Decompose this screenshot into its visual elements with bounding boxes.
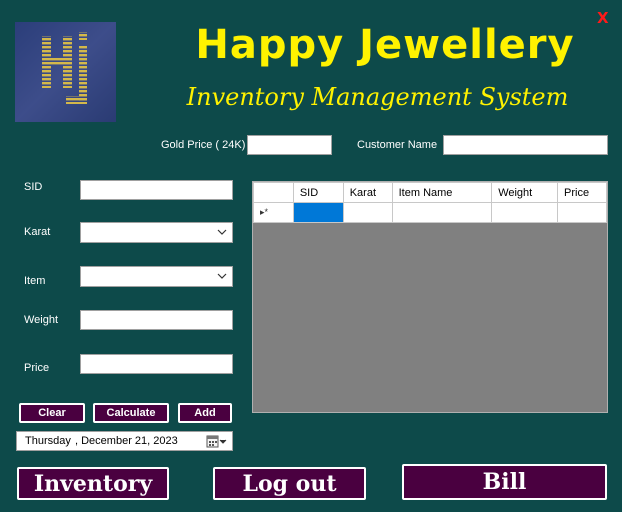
- app-title: Happy Jewellery: [195, 22, 575, 68]
- karat-dropdown[interactable]: [80, 222, 233, 243]
- date-day: Thursday: [25, 435, 71, 447]
- inventory-button[interactable]: Inventory: [17, 467, 169, 500]
- cell-sid[interactable]: [292, 202, 344, 223]
- cell-item-name[interactable]: [391, 202, 493, 223]
- new-row-indicator: ▸*: [253, 202, 294, 223]
- customer-name-input[interactable]: [443, 135, 608, 155]
- cell-weight[interactable]: [491, 202, 559, 223]
- weight-label: Weight: [24, 314, 59, 326]
- calendar-icon: [206, 435, 227, 448]
- date-picker[interactable]: Thursday , December 21, 2023: [16, 431, 233, 451]
- sid-label: SID: [24, 181, 43, 193]
- app-subtitle: Inventory Management System: [186, 83, 569, 111]
- cell-karat[interactable]: [342, 202, 393, 223]
- weight-input[interactable]: [80, 310, 233, 330]
- close-icon[interactable]: X: [597, 9, 609, 27]
- customer-name-label: Customer Name: [357, 139, 438, 151]
- table-row[interactable]: ▸*: [253, 202, 607, 223]
- price-input[interactable]: [80, 354, 233, 374]
- cell-price[interactable]: [557, 202, 607, 223]
- bill-button[interactable]: Bill: [402, 464, 607, 500]
- col-header-karat[interactable]: Karat: [342, 182, 393, 203]
- bill-items-grid[interactable]: SID Karat Item Name Weight Price ▸*: [252, 181, 608, 413]
- clear-button[interactable]: Clear: [19, 403, 85, 423]
- item-label: Item: [24, 275, 46, 287]
- app-logo: [15, 22, 116, 122]
- col-header-item-name[interactable]: Item Name: [391, 182, 493, 203]
- logout-button[interactable]: Log out: [213, 467, 366, 500]
- calculate-button[interactable]: Calculate: [93, 403, 169, 423]
- chevron-down-icon: [217, 273, 227, 279]
- col-header-price[interactable]: Price: [557, 182, 607, 203]
- price-label: Price: [24, 362, 50, 374]
- col-header-weight[interactable]: Weight: [491, 182, 559, 203]
- grid-table: SID Karat Item Name Weight Price ▸*: [253, 182, 607, 223]
- sid-input[interactable]: [80, 180, 233, 200]
- gold-price-label: Gold Price ( 24K): [161, 139, 246, 151]
- chevron-down-icon: [217, 229, 227, 235]
- row-header-corner: [253, 182, 294, 203]
- item-dropdown[interactable]: [80, 266, 233, 287]
- logo-monogram-icon: [41, 32, 87, 104]
- add-button[interactable]: Add: [178, 403, 232, 423]
- col-header-sid[interactable]: SID: [292, 182, 344, 203]
- gold-price-input[interactable]: [247, 135, 332, 155]
- karat-label: Karat: [24, 226, 51, 238]
- grid-header-row: SID Karat Item Name Weight Price: [253, 182, 607, 203]
- date-value: , December 21, 2023: [75, 435, 178, 447]
